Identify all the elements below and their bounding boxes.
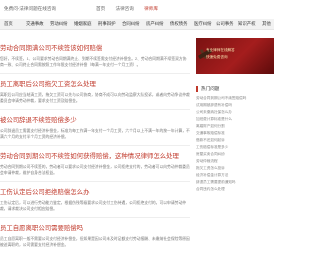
sidebar-item[interactable]: 辞退员工需要提前通知吗 — [196, 180, 274, 185]
divider — [0, 109, 190, 110]
nav-item[interactable]: 医疗纠纷 — [194, 21, 212, 27]
article-summary: 员工自愿离职一般不需要公司支付经济补偿金，但如果是因公司未及时足额支付劳动报酬、… — [0, 237, 190, 247]
nav-item[interactable]: 其他 — [262, 21, 271, 27]
top-bar: 免费问-法律问题在线咨询 首页 法律咨询 律师库 — [0, 0, 274, 20]
article-item: 被公司辞退不续签赔偿多少 公司辞退员工需要支付经济补偿金，标准为每工作满一年支付… — [0, 115, 190, 140]
nav-item[interactable]: 交通事故 — [26, 21, 44, 27]
sidebar-item[interactable]: 拖欠工资怎么投诉 — [196, 166, 274, 171]
top-link-lawyers[interactable]: 律师库 — [144, 6, 158, 11]
article-title[interactable]: 员工离职后公司拖欠工资怎么处理 — [0, 79, 190, 88]
sidebar-item[interactable]: 加班费计算标准是什么 — [196, 117, 274, 122]
sidebar-item[interactable]: 工伤赔偿标准是多少 — [196, 145, 274, 150]
nav-item[interactable]: 刑事辩护 — [98, 21, 116, 27]
top-link-consult[interactable]: 法律咨询 — [115, 6, 133, 11]
consult-banner[interactable]: 专业律师在线解答 快速免费咨询 — [196, 38, 274, 74]
sidebar-item[interactable]: 交通事故赔偿标准 — [196, 131, 274, 136]
article-item: 劳动合同到期公司不续签如何获得赔偿，这种情况律师怎么处理 劳动合同到期公司不续签… — [0, 151, 190, 176]
divider — [0, 73, 190, 74]
article-title[interactable]: 工伤认定后公司拒绝赔偿怎么办 — [0, 187, 190, 196]
site-name[interactable]: 免费问-法律问题在线咨询 — [4, 6, 56, 12]
sidebar-item[interactable]: 经济补偿金计算方法 — [196, 173, 274, 178]
nav-item[interactable]: 知识产权 — [238, 21, 256, 27]
sidebar-item[interactable]: 离婚财产如何分割 — [196, 124, 274, 129]
sidebar-heading: 热门问题 — [196, 86, 274, 92]
nav-item[interactable]: 劳动纠纷 — [50, 21, 68, 27]
article-summary: 您好，不续签，1、公司要求劳动合同期满终止、到期不续签需支付经济补偿金。2、劳动… — [0, 57, 187, 67]
article-item: 劳动合同期满公司不续签该如何赔偿 您好，不续签，1、公司要求劳动合同期满终止、到… — [0, 43, 190, 68]
article-summary: 公司辞退员工需要支付经济补偿金，标准为每工作满一年支付一个月工资，六个月以上不满… — [0, 129, 190, 139]
nav-item[interactable]: 公司事务 — [216, 21, 234, 27]
article-title[interactable]: 劳动合同到期公司不续签如何获得赔偿，这种情况律师怎么处理 — [0, 151, 190, 160]
article-title[interactable]: 被公司辞退不续签赔偿多少 — [0, 115, 190, 124]
main-nav: 首页 交通事故 劳动纠纷 婚姻家庭 刑事辩护 合同纠纷 房产纠纷 债权债务 医疗… — [0, 19, 274, 30]
article-item: 员工离职后公司拖欠工资怎么处理 离职后公司应当结清工资，拖欠工资可以先与公司协商… — [0, 79, 190, 104]
divider — [0, 145, 190, 146]
sidebar-item[interactable]: 合同违约怎么处理 — [196, 187, 274, 192]
sidebar-item[interactable]: 劳动仲裁流程 — [196, 159, 274, 164]
article-item: 工伤认定后公司拒绝赔偿怎么办 工伤认定后，可以进行劳动能力鉴定，根据伤残等级要求… — [0, 187, 190, 212]
nav-item[interactable]: 房产纠纷 — [146, 21, 164, 27]
sidebar-item[interactable]: 试用期被辞退有补偿吗 — [196, 103, 274, 108]
banner-line: 专业律师在线解答 — [206, 48, 235, 52]
sidebar-item[interactable]: 借款不还如何起诉 — [196, 138, 274, 143]
nav-item[interactable]: 婚姻家庭 — [74, 21, 92, 27]
nav-item[interactable]: 合同纠纷 — [122, 21, 140, 27]
divider — [0, 181, 190, 182]
article-summary: 工伤认定后，可以进行劳动能力鉴定，根据伤残等级要求公司支付工伤待遇，公司拒绝支付… — [0, 201, 187, 211]
sidebar-item[interactable]: 房屋买卖合同纠纷 — [196, 152, 274, 157]
article-summary: 离职后公司应当结清工资，拖欠工资可以先与公司协商，协商不成可以向劳动监察大队投诉… — [0, 93, 190, 103]
divider — [0, 217, 190, 218]
banner-line: 快速免费咨询 — [206, 55, 228, 59]
top-links: 首页 法律咨询 律师库 — [96, 6, 167, 12]
top-link-home[interactable]: 首页 — [96, 6, 105, 11]
nav-item[interactable]: 首页 — [4, 21, 13, 27]
article-summary: 劳动合同到期公司不续签的，劳动者可以要求公司支付经济补偿金，公司拒绝支付的，劳动… — [0, 165, 190, 175]
nav-item[interactable]: 债权债务 — [170, 21, 188, 27]
article-item: 员工自愿离职公司需要赔偿吗 员工自愿离职一般不需要公司支付经济补偿金，但如果是因… — [0, 223, 190, 248]
sidebar-item[interactable]: 劳动合同到期公司不续签赔偿吗 — [196, 96, 274, 101]
article-title[interactable]: 劳动合同期满公司不续签该如何赔偿 — [0, 43, 190, 52]
sidebar-item[interactable]: 公司未缴纳社保怎么办 — [196, 110, 274, 115]
article-title[interactable]: 员工自愿离职公司需要赔偿吗 — [0, 223, 190, 232]
